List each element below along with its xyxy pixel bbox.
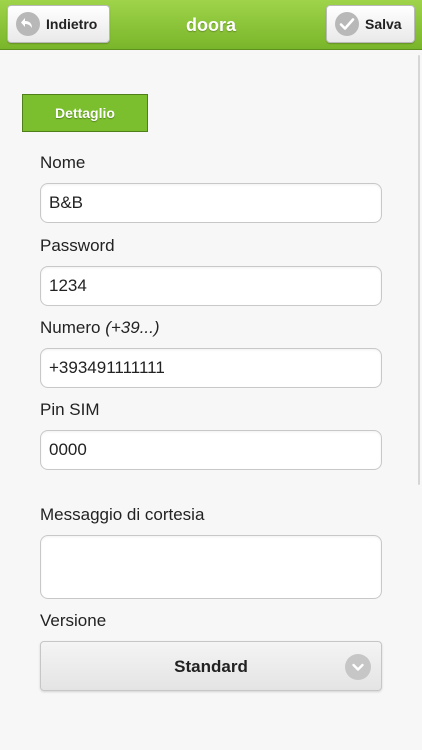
- scrollbar[interactable]: [418, 55, 420, 485]
- name-label: Nome: [40, 153, 86, 172]
- tab-dettaglio[interactable]: Dettaglio: [22, 94, 148, 132]
- version-select-value: Standard: [174, 657, 248, 676]
- tab-label: Dettaglio: [55, 105, 115, 121]
- number-label-row: Numero (+39...): [40, 318, 160, 338]
- save-button[interactable]: Salva: [326, 5, 415, 43]
- number-hint: (+39...): [105, 318, 160, 337]
- password-label: Password: [40, 236, 115, 255]
- save-button-label: Salva: [365, 16, 402, 32]
- checkmark-icon: [335, 12, 359, 36]
- pin-label: Pin SIM: [40, 400, 100, 419]
- courtesy-message-field[interactable]: [40, 535, 382, 599]
- version-label: Versione: [40, 611, 107, 630]
- chevron-down-icon: [345, 654, 371, 680]
- courtesy-message-label: Messaggio di cortesia: [40, 505, 205, 524]
- password-field[interactable]: [40, 266, 382, 306]
- number-field[interactable]: [40, 348, 382, 388]
- header-bar: Indietro doora Salva: [0, 0, 422, 50]
- name-field[interactable]: [40, 183, 382, 223]
- pin-field[interactable]: [40, 430, 382, 470]
- number-label: Numero: [40, 318, 101, 337]
- version-select[interactable]: Standard: [40, 641, 382, 691]
